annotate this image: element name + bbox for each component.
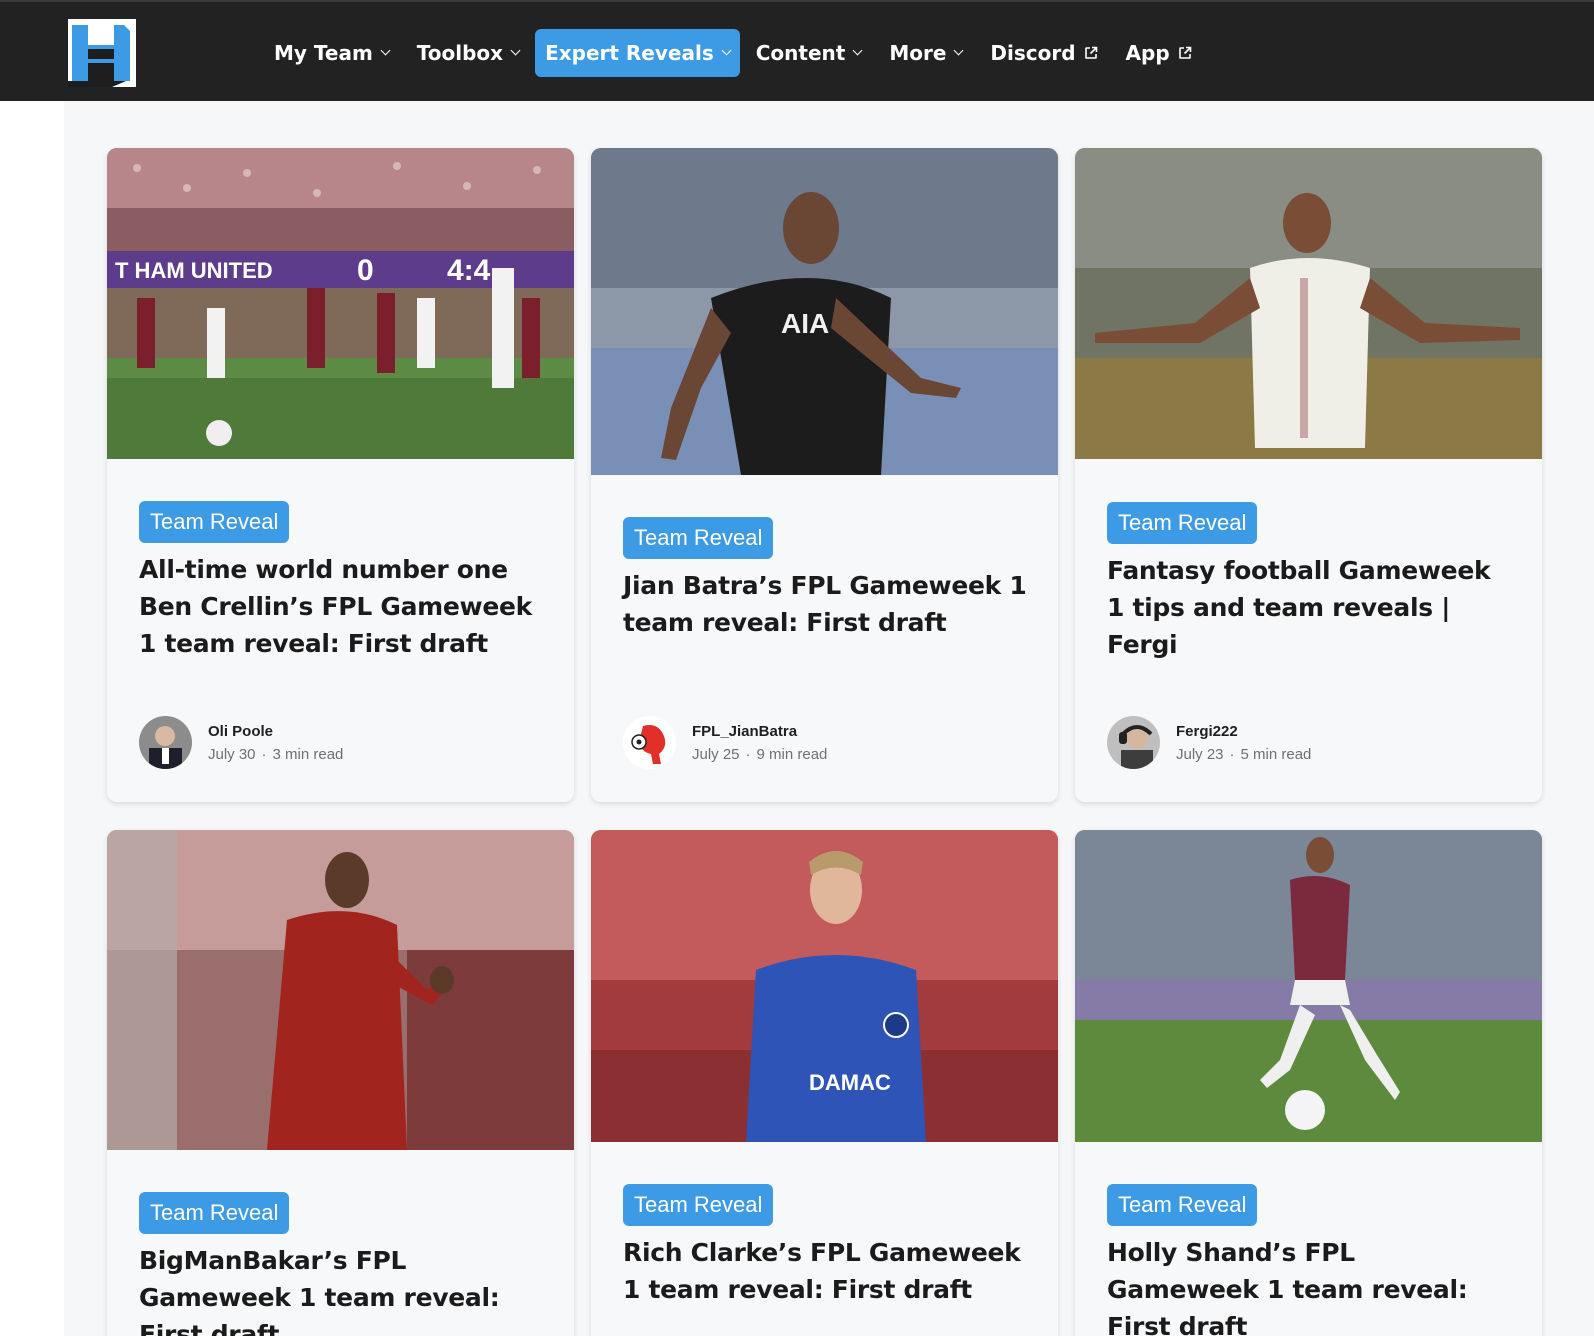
nav-content-label: Content — [755, 41, 846, 65]
article-image[interactable] — [1075, 830, 1542, 1142]
article-card[interactable]: DAMAC Team Reveal Rich Clarke’s FPL Game… — [591, 830, 1058, 1336]
article-author: FPL_JianBatra July 25 · 9 min read — [623, 716, 827, 769]
chevron-down-icon — [510, 45, 521, 56]
nav-toolbox[interactable]: Toolbox — [405, 29, 531, 77]
articles-area: T HAM UNITED 0 4:4 Team Reveal All-time … — [64, 101, 1594, 1336]
nav-more-label: More — [889, 41, 947, 65]
nav-more[interactable]: More — [877, 29, 974, 77]
author-name[interactable]: Oli Poole — [208, 723, 343, 740]
nav-expert-reveals-label: Expert Reveals — [545, 41, 714, 65]
post-date: July 30 — [208, 745, 256, 763]
nav-app[interactable]: App — [1114, 29, 1204, 77]
article-image[interactable]: AIA — [591, 148, 1058, 475]
article-title[interactable]: Rich Clarke’s FPL Gameweek 1 team reveal… — [623, 1234, 1028, 1308]
category-badge[interactable]: Team Reveal — [1107, 1184, 1258, 1226]
author-name[interactable]: FPL_JianBatra — [692, 723, 827, 740]
author-meta: FPL_JianBatra July 25 · 9 min read — [692, 723, 827, 763]
post-meta: July 23 · 5 min read — [1176, 746, 1311, 763]
author-avatar[interactable] — [139, 716, 192, 769]
article-card[interactable]: AIA Team Reveal Jian Batra’s FPL Gamewee… — [591, 148, 1058, 802]
top-navbar: My Team Toolbox Expert Reveals Content M… — [0, 0, 1594, 101]
read-time: 3 min read — [272, 745, 344, 763]
svg-text:0: 0 — [357, 254, 374, 287]
category-badge[interactable]: Team Reveal — [139, 1192, 290, 1234]
svg-text:DAMAC: DAMAC — [809, 1070, 891, 1095]
external-link-icon — [1178, 46, 1191, 59]
external-link-icon — [1084, 46, 1097, 59]
svg-text:AIA: AIA — [781, 308, 829, 339]
chevron-down-icon — [380, 45, 391, 56]
chevron-down-icon — [721, 45, 732, 56]
chevron-down-icon — [953, 45, 964, 56]
main-nav: My Team Toolbox Expert Reveals Content M… — [262, 29, 1208, 77]
separator-dot: · — [745, 745, 751, 763]
category-badge[interactable]: Team Reveal — [139, 501, 290, 543]
article-author: Fergi222 July 23 · 5 min read — [1107, 716, 1311, 769]
author-meta: Fergi222 July 23 · 5 min read — [1176, 723, 1311, 763]
article-author: Oli Poole July 30 · 3 min read — [139, 716, 343, 769]
post-date: July 23 — [1176, 745, 1224, 763]
article-title[interactable]: Fantasy football Gameweek 1 tips and tea… — [1107, 552, 1512, 663]
nav-toolbox-label: Toolbox — [416, 41, 504, 65]
read-time: 5 min read — [1240, 745, 1312, 763]
chevron-down-icon — [852, 45, 863, 56]
svg-text:4:4: 4:4 — [447, 254, 491, 287]
article-card[interactable]: Team Reveal Holly Shand’s FPL Gameweek 1… — [1075, 830, 1542, 1336]
article-title[interactable]: Jian Batra’s FPL Gameweek 1 team reveal:… — [623, 567, 1028, 641]
nav-app-label: App — [1125, 41, 1170, 65]
article-image[interactable]: DAMAC — [591, 830, 1058, 1142]
article-card[interactable]: Team Reveal BigManBakar’s FPL Gameweek 1… — [107, 830, 574, 1336]
site-logo[interactable] — [68, 19, 136, 87]
post-date: July 25 — [692, 745, 740, 763]
article-image[interactable] — [107, 830, 574, 1150]
article-image[interactable] — [1075, 148, 1542, 459]
category-badge[interactable]: Team Reveal — [623, 1184, 774, 1226]
author-avatar[interactable] — [1107, 716, 1160, 769]
post-meta: July 30 · 3 min read — [208, 746, 343, 763]
author-name[interactable]: Fergi222 — [1176, 723, 1311, 740]
category-badge[interactable]: Team Reveal — [1107, 502, 1258, 544]
article-title[interactable]: Holly Shand’s FPL Gameweek 1 team reveal… — [1107, 1234, 1512, 1336]
article-card[interactable]: T HAM UNITED 0 4:4 Team Reveal All-time … — [107, 148, 574, 802]
nav-expert-reveals[interactable]: Expert Reveals — [535, 29, 740, 77]
nav-content[interactable]: Content — [744, 29, 874, 77]
read-time: 9 min read — [756, 745, 828, 763]
article-title[interactable]: BigManBakar’s FPL Gameweek 1 team reveal… — [139, 1242, 544, 1336]
article-card[interactable]: Team Reveal Fantasy football Gameweek 1 … — [1075, 148, 1542, 802]
post-meta: July 25 · 9 min read — [692, 746, 827, 763]
nav-discord[interactable]: Discord — [978, 29, 1109, 77]
separator-dot: · — [1229, 745, 1235, 763]
nav-discord-label: Discord — [990, 41, 1076, 65]
article-image[interactable]: T HAM UNITED 0 4:4 — [107, 148, 574, 459]
nav-my-team-label: My Team — [274, 41, 373, 65]
category-badge[interactable]: Team Reveal — [623, 517, 774, 559]
nav-my-team[interactable]: My Team — [262, 29, 401, 77]
author-meta: Oli Poole July 30 · 3 min read — [208, 723, 343, 763]
article-title[interactable]: All-time world number one Ben Crellin’s … — [139, 551, 544, 662]
author-avatar[interactable] — [623, 716, 676, 769]
separator-dot: · — [261, 745, 267, 763]
svg-text:T HAM UNITED: T HAM UNITED — [115, 258, 273, 283]
